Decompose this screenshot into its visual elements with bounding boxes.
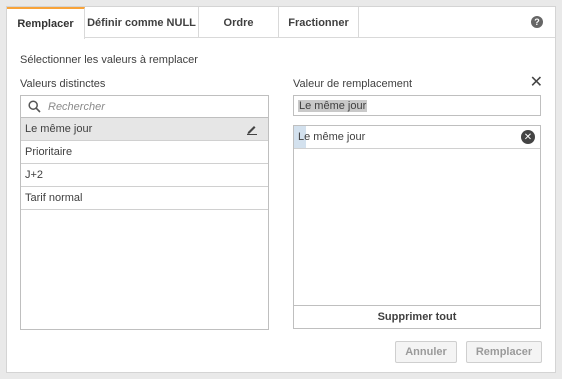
list-item-label: Le même jour <box>25 123 93 135</box>
search-box[interactable] <box>21 96 268 118</box>
tab-remplacer[interactable]: Remplacer <box>7 7 85 39</box>
replacement-value-text: Le même jour <box>298 99 368 112</box>
list-item[interactable]: Prioritaire <box>21 141 268 164</box>
section-title: Sélectionner les valeurs à remplacer <box>20 54 198 66</box>
search-icon <box>28 100 41 113</box>
list-item[interactable]: Tarif normal <box>21 187 268 210</box>
distinct-values-label: Valeurs distinctes <box>20 78 106 90</box>
replaced-values-list: Le même jour ✕ Supprimer tout <box>293 125 541 329</box>
pencil-icon[interactable] <box>246 123 258 135</box>
replace-dialog: Remplacer Définir comme NULL Ordre Fract… <box>6 6 556 373</box>
tab-label: Définir comme NULL <box>87 16 196 29</box>
tab-label: Fractionner <box>288 16 349 29</box>
tab-order[interactable]: Ordre <box>199 7 279 38</box>
help-icon[interactable]: ? <box>531 16 543 28</box>
list-item-label: J+2 <box>25 169 44 181</box>
replacement-value-label: Valeur de remplacement <box>293 78 413 90</box>
replaced-value-label: Le même jour <box>298 131 366 143</box>
replacement-value-input[interactable]: Le même jour <box>293 95 541 116</box>
tab-bar: Remplacer Définir comme NULL Ordre Fract… <box>7 7 555 39</box>
close-icon[interactable]: ✕ <box>530 75 543 91</box>
search-input[interactable] <box>48 100 248 113</box>
distinct-values-list: Le même jour Prioritaire J+2 Tarif norma… <box>20 95 269 330</box>
list-item[interactable]: J+2 <box>21 164 268 187</box>
list-item-label: Tarif normal <box>25 192 83 204</box>
tab-split[interactable]: Fractionner <box>279 7 359 38</box>
remove-circle-icon[interactable]: ✕ <box>521 130 535 144</box>
tab-label: Remplacer <box>17 18 74 30</box>
replace-button[interactable]: Remplacer <box>466 341 542 363</box>
delete-all-button[interactable]: Supprimer tout <box>294 305 540 328</box>
list-item[interactable]: Le même jour <box>21 118 268 141</box>
list-item-label: Prioritaire <box>25 146 73 158</box>
tab-label: Ordre <box>223 16 254 29</box>
tab-set-null[interactable]: Définir comme NULL <box>85 7 199 38</box>
replaced-value-item[interactable]: Le même jour ✕ <box>294 126 540 149</box>
cancel-button[interactable]: Annuler <box>395 341 457 363</box>
